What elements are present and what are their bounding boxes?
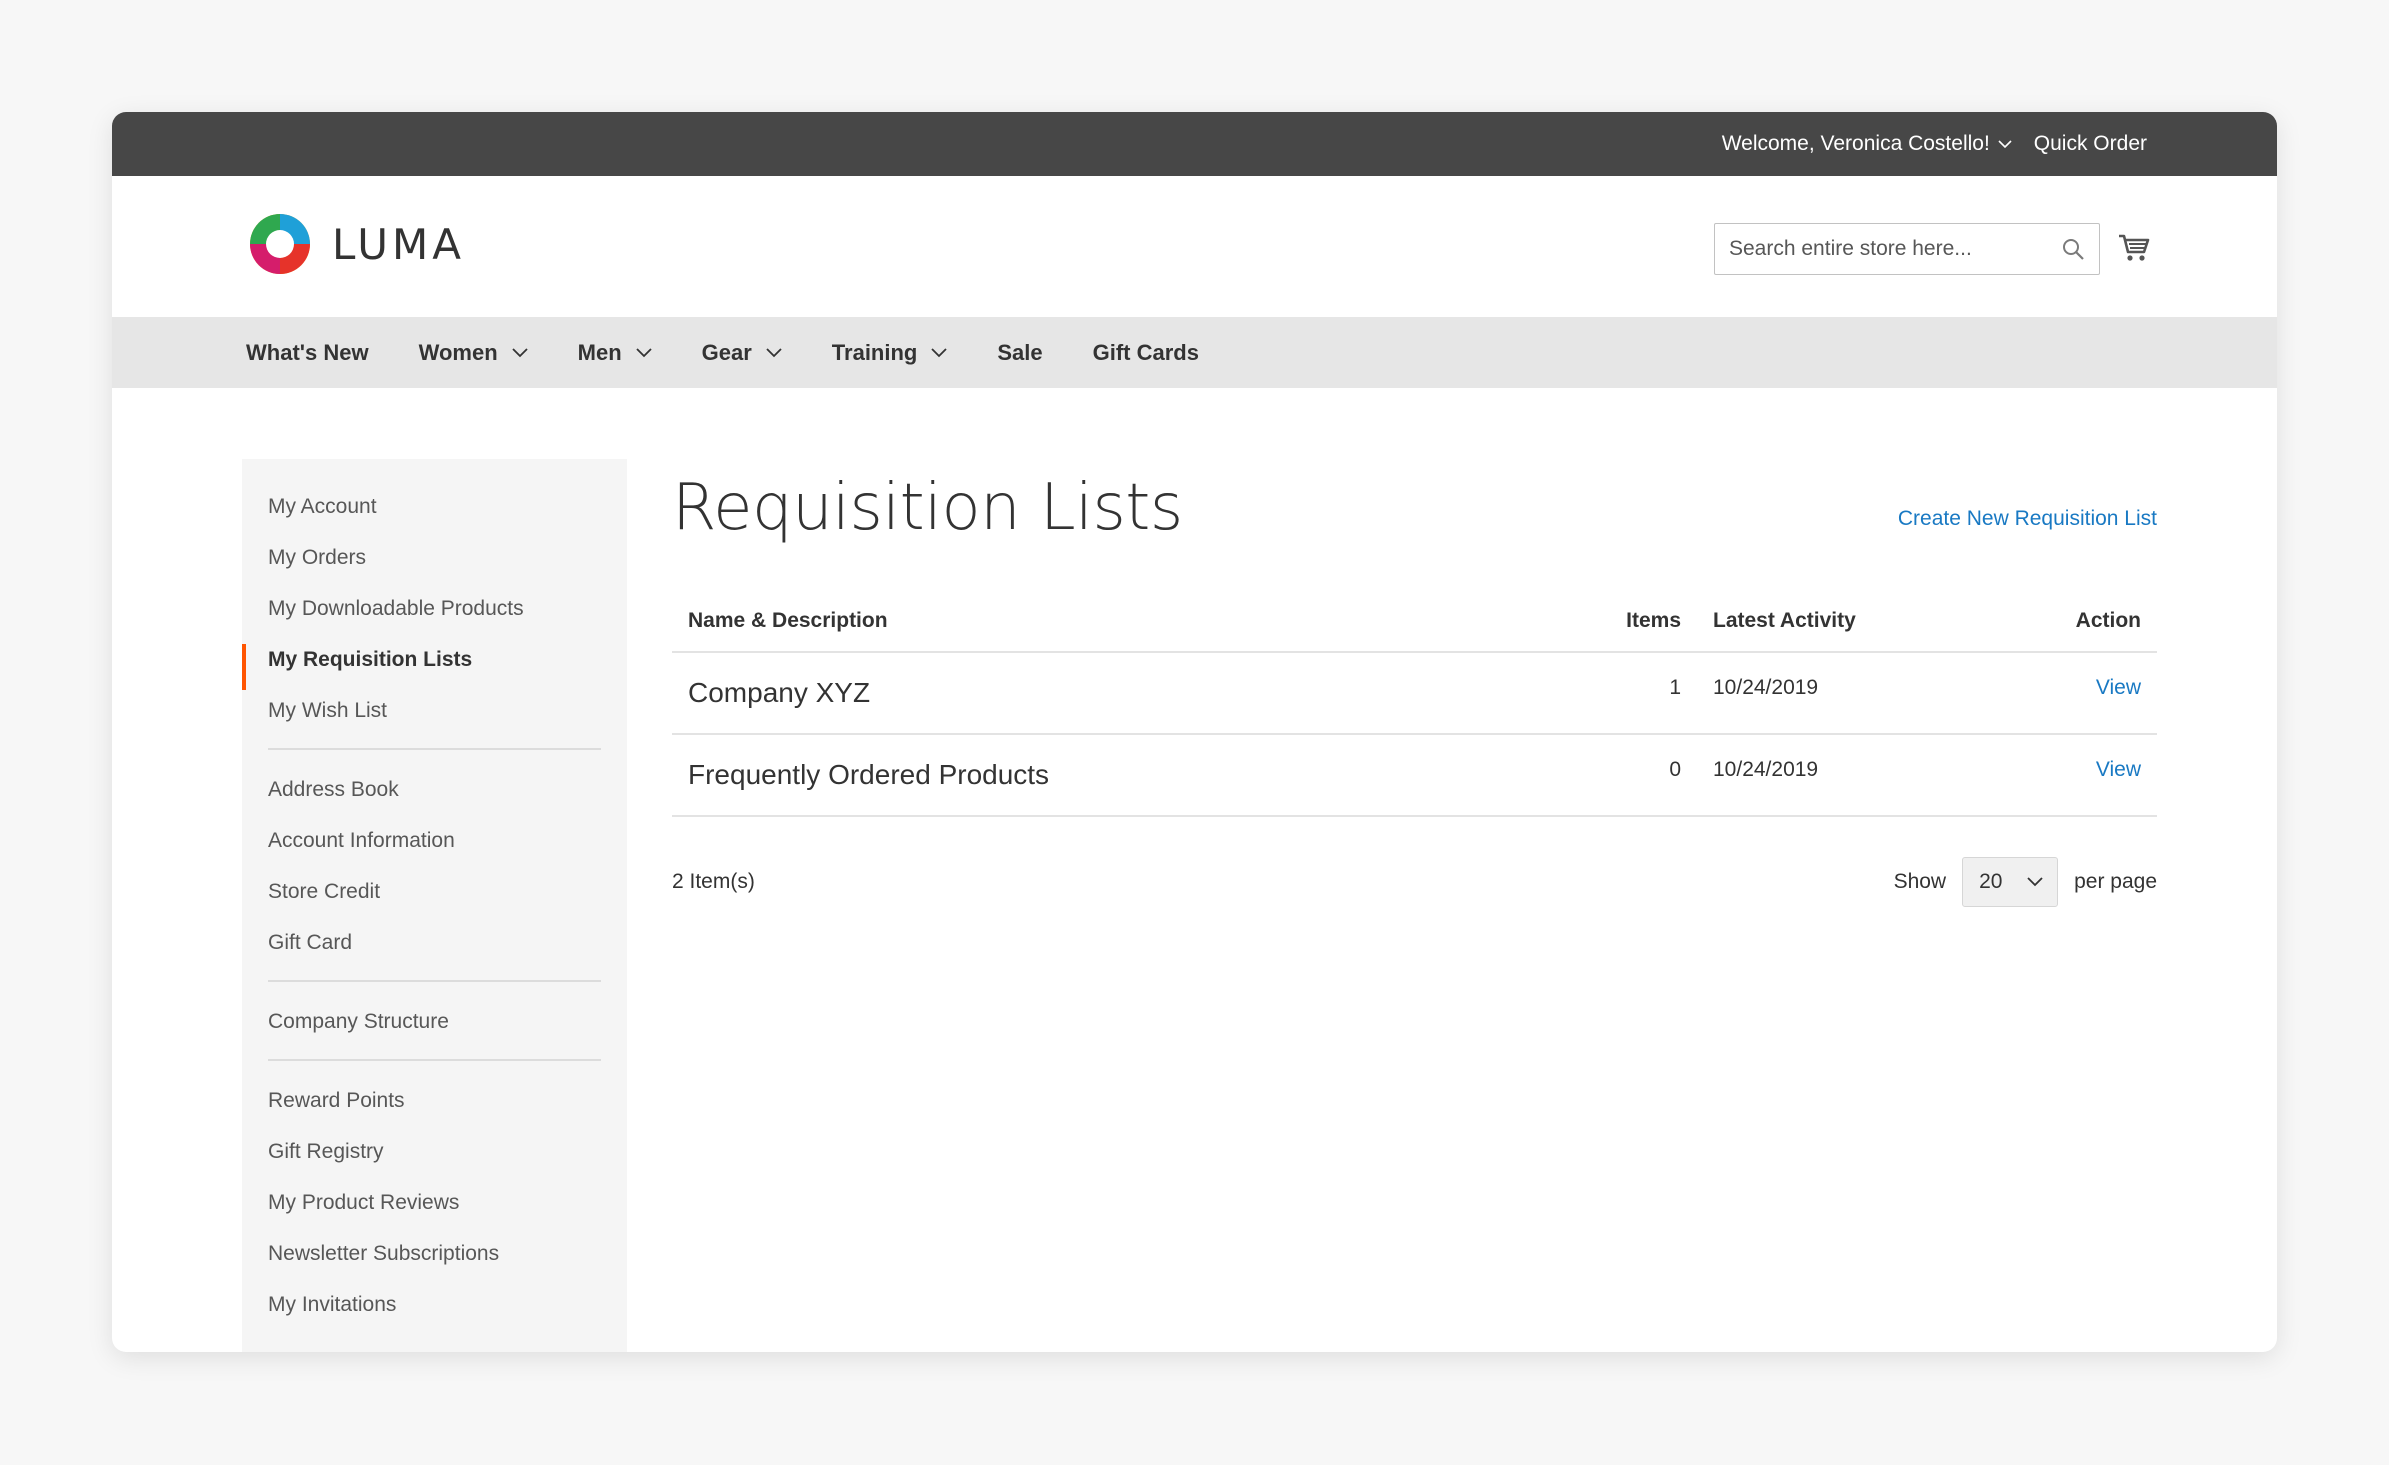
sidebar-item-downloadable-products[interactable]: My Downloadable Products [268, 583, 601, 634]
nav-gift-cards[interactable]: Gift Cards [1093, 340, 1199, 366]
nav-training[interactable]: Training [832, 340, 948, 366]
chevron-down-icon [931, 347, 947, 357]
sidebar-item-product-reviews[interactable]: My Product Reviews [268, 1177, 601, 1228]
view-link[interactable]: View [2096, 758, 2141, 781]
sidebar-item-account-information[interactable]: Account Information [268, 815, 601, 866]
list-action: View [1957, 734, 2157, 817]
nav-label: What's New [246, 339, 369, 365]
limiter-per-page-label: per page [2074, 870, 2157, 893]
list-name[interactable]: Company XYZ [672, 652, 1567, 735]
sidebar-divider [268, 1059, 601, 1061]
table-row: Company XYZ 1 10/24/2019 View [672, 652, 2157, 735]
nav-sale[interactable]: Sale [997, 340, 1042, 366]
search-input[interactable] [1729, 237, 2061, 261]
nav-label: Women [418, 339, 498, 365]
column-header-name[interactable]: Name & Description [672, 609, 1567, 653]
top-bar: Welcome, Veronica Costello! Quick Order [112, 112, 2277, 176]
sidebar-item-requisition-lists[interactable]: My Requisition Lists [242, 634, 601, 690]
account-sidebar: My Account My Orders My Downloadable Pro… [242, 459, 627, 1352]
list-toolbar: 2 Item(s) Show 20 per page [672, 857, 2157, 907]
sidebar-item-my-orders[interactable]: My Orders [268, 532, 601, 583]
nav-label: Sale [997, 339, 1043, 365]
table-row: Frequently Ordered Products 0 10/24/2019… [672, 734, 2157, 817]
search-box[interactable] [1714, 223, 2100, 275]
main-column: Requisition Lists Create New Requisition… [672, 459, 2157, 907]
per-page-value: 20 [1979, 870, 2003, 893]
nav-whats-new[interactable]: What's New [246, 340, 369, 366]
sidebar-item-company-structure[interactable]: Company Structure [268, 996, 601, 1047]
welcome-menu[interactable]: Welcome, Veronica Costello! [1722, 132, 2012, 156]
nav-men[interactable]: Men [578, 340, 652, 366]
chevron-down-icon [766, 347, 782, 357]
list-items-count: 0 [1567, 734, 1697, 817]
sidebar-item-reward-points[interactable]: Reward Points [268, 1075, 601, 1126]
page-content: My Account My Orders My Downloadable Pro… [112, 388, 2277, 1352]
list-items-count: 1 [1567, 652, 1697, 735]
chevron-down-icon [2027, 877, 2043, 887]
list-name[interactable]: Frequently Ordered Products [672, 734, 1567, 817]
limiter-show-label: Show [1893, 870, 1947, 893]
sidebar-item-invitations[interactable]: My Invitations [268, 1279, 601, 1330]
per-page-select[interactable]: 20 [1962, 857, 2059, 907]
logo-text: LUMA [332, 219, 466, 269]
sidebar-item-address-book[interactable]: Address Book [268, 764, 601, 815]
list-latest-activity: 10/24/2019 [1697, 734, 1957, 817]
sidebar-item-store-credit[interactable]: Store Credit [268, 866, 601, 917]
sidebar-item-my-account[interactable]: My Account [268, 481, 601, 532]
main-nav: What's New Women Men Gear Training Sale … [112, 317, 2277, 388]
header: LUMA [112, 176, 2277, 317]
sidebar-item-gift-registry[interactable]: Gift Registry [268, 1126, 601, 1177]
table-header-row: Name & Description Items Latest Activity… [672, 609, 2157, 653]
logo[interactable]: LUMA [246, 210, 465, 278]
chevron-down-icon [512, 347, 528, 357]
nav-label: Gift Cards [1092, 339, 1199, 365]
nav-label: Men [577, 339, 622, 365]
sidebar-item-gift-card[interactable]: Gift Card [268, 917, 601, 968]
sidebar-divider [268, 748, 601, 750]
cart-icon[interactable] [2117, 230, 2151, 264]
requisition-lists-table: Name & Description Items Latest Activity… [672, 609, 2157, 817]
column-header-items[interactable]: Items [1567, 609, 1697, 653]
item-count: 2 Item(s) [672, 870, 755, 893]
welcome-text: Welcome, Veronica Costello! [1721, 132, 1990, 155]
browser-window: Welcome, Veronica Costello! Quick Order … [112, 112, 2277, 1352]
list-action: View [1957, 652, 2157, 735]
sidebar-divider [268, 980, 601, 982]
chevron-down-icon [1998, 139, 2012, 149]
page-limiter: Show 20 per page [1894, 857, 2157, 907]
list-latest-activity: 10/24/2019 [1697, 652, 1957, 735]
chevron-down-icon [636, 347, 652, 357]
sidebar-item-wish-list[interactable]: My Wish List [268, 685, 601, 736]
nav-gear[interactable]: Gear [702, 340, 782, 366]
column-header-action: Action [1957, 609, 2157, 653]
sidebar-group: My Account My Orders My Downloadable Pro… [242, 481, 627, 1330]
nav-label: Gear [701, 339, 752, 365]
nav-women[interactable]: Women [419, 340, 528, 366]
create-requisition-list-link[interactable]: Create New Requisition List [1898, 507, 2157, 531]
luma-logo-icon [250, 214, 310, 274]
search-icon[interactable] [2061, 237, 2085, 261]
sidebar-item-newsletter-subscriptions[interactable]: Newsletter Subscriptions [268, 1228, 601, 1279]
view-link[interactable]: View [2096, 676, 2141, 699]
column-header-latest-activity[interactable]: Latest Activity [1697, 609, 1957, 653]
nav-label: Training [831, 339, 918, 365]
quick-order-link[interactable]: Quick Order [2034, 132, 2147, 156]
